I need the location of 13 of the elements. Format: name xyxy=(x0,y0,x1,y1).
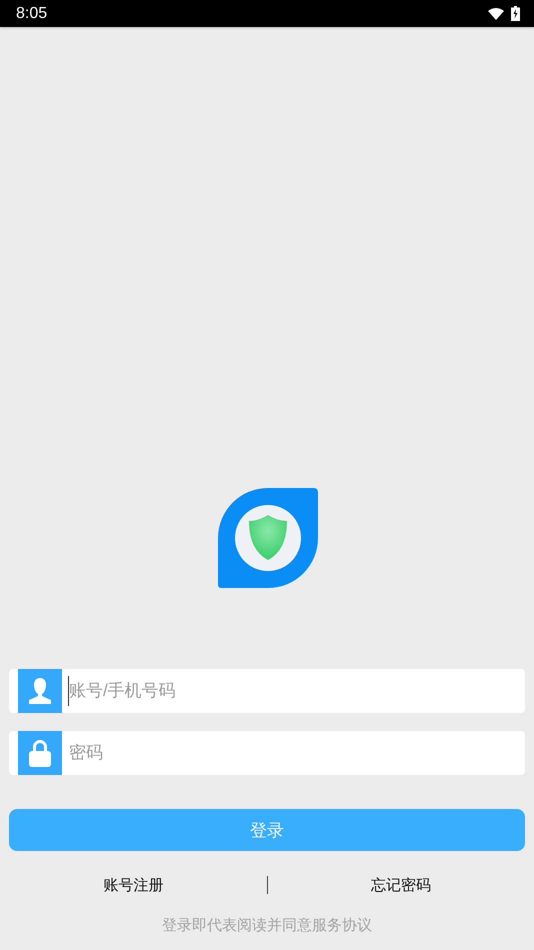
text-link[interactable]: 忘记密码 xyxy=(268,876,534,894)
input-field[interactable]: 账号/手机号码 xyxy=(68,676,525,706)
text-link[interactable]: 账号注册 xyxy=(0,876,266,894)
lock-icon xyxy=(28,739,52,767)
status-time: 8:05 xyxy=(16,4,48,22)
battery-icon xyxy=(511,6,520,21)
login-field[interactable]: 密码 xyxy=(9,731,525,775)
agreement-text: 登录即代表阅读并同意服务协议 xyxy=(161,916,373,935)
shield-logo-icon xyxy=(218,488,318,588)
person-icon xyxy=(28,678,52,704)
wifi-icon xyxy=(488,8,504,20)
input-field[interactable]: 密码 xyxy=(68,738,525,768)
login-field[interactable]: 账号/手机号码 xyxy=(9,669,525,713)
